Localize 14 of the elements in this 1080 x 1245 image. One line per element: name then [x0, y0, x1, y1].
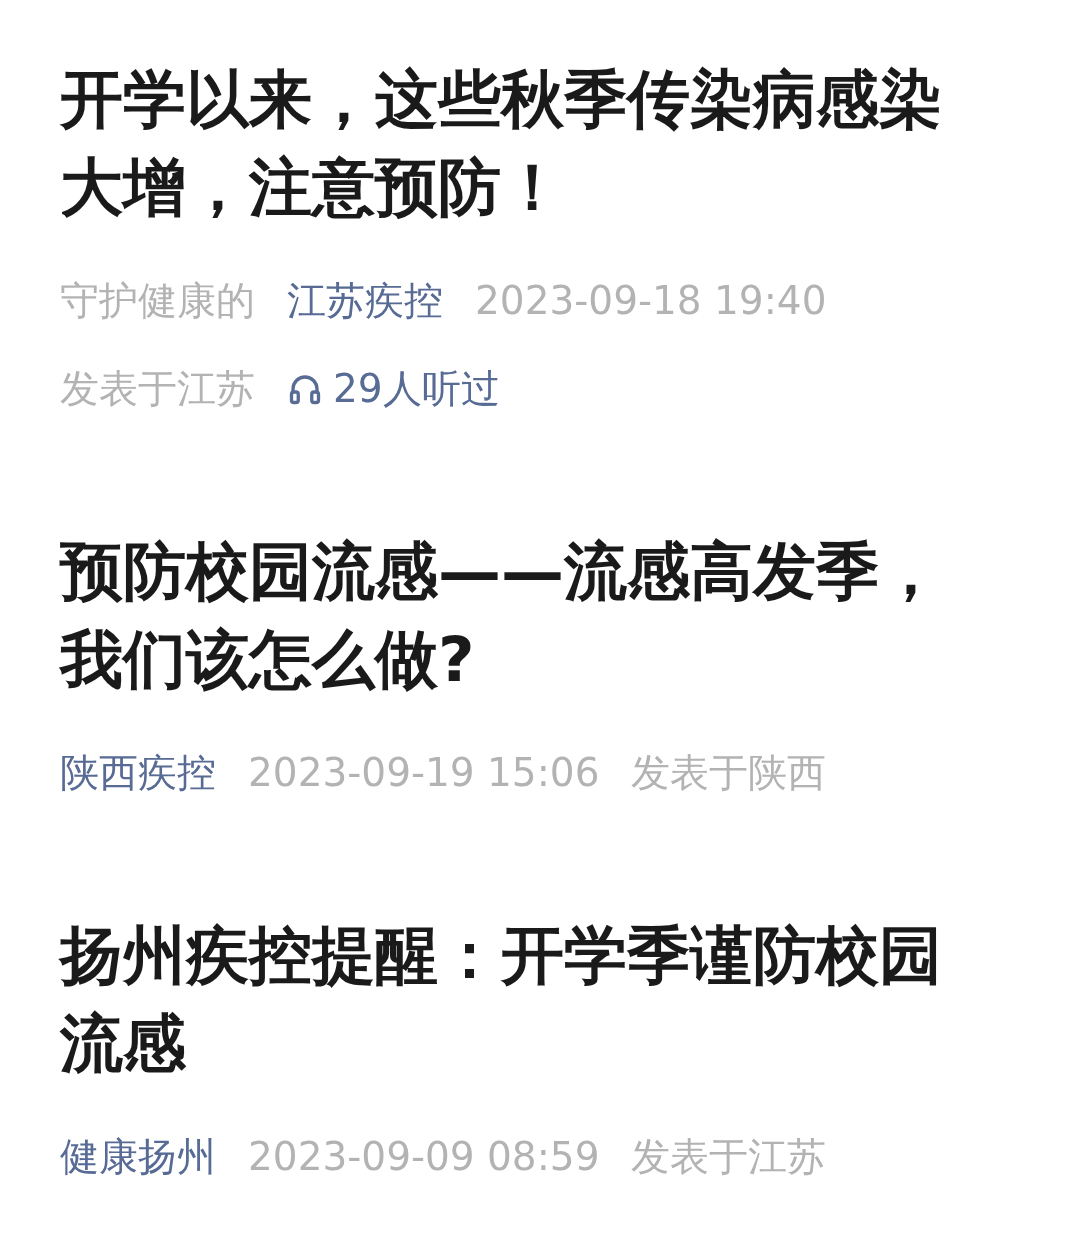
- meta-text: 发表于江苏: [60, 365, 255, 413]
- article-title[interactable]: 开学以来，这些秋季传染病感染大增，注意预防！: [60, 56, 990, 232]
- listen-count: 29人听过: [333, 365, 500, 413]
- account-link[interactable]: 江苏疾控: [287, 257, 443, 345]
- meta-text: 守护健康的: [60, 277, 255, 325]
- account-link[interactable]: 健康扬州: [60, 1113, 216, 1201]
- article-title[interactable]: 扬州疾控提醒：开学季谨防校园流感: [60, 912, 990, 1088]
- meta-text: 2023-09-18 19:40: [475, 277, 827, 325]
- meta-text: 2023-09-09 08:59: [248, 1133, 600, 1181]
- meta-text: 2023-09-19 15:06: [248, 749, 600, 797]
- meta-text: 发表于陕西: [631, 749, 827, 797]
- account-link[interactable]: 陕西疾控: [60, 729, 216, 817]
- meta-text: 发表于江苏: [631, 1133, 827, 1181]
- article-title[interactable]: 预防校园流感——流感高发季，我们该怎么做?: [60, 528, 990, 704]
